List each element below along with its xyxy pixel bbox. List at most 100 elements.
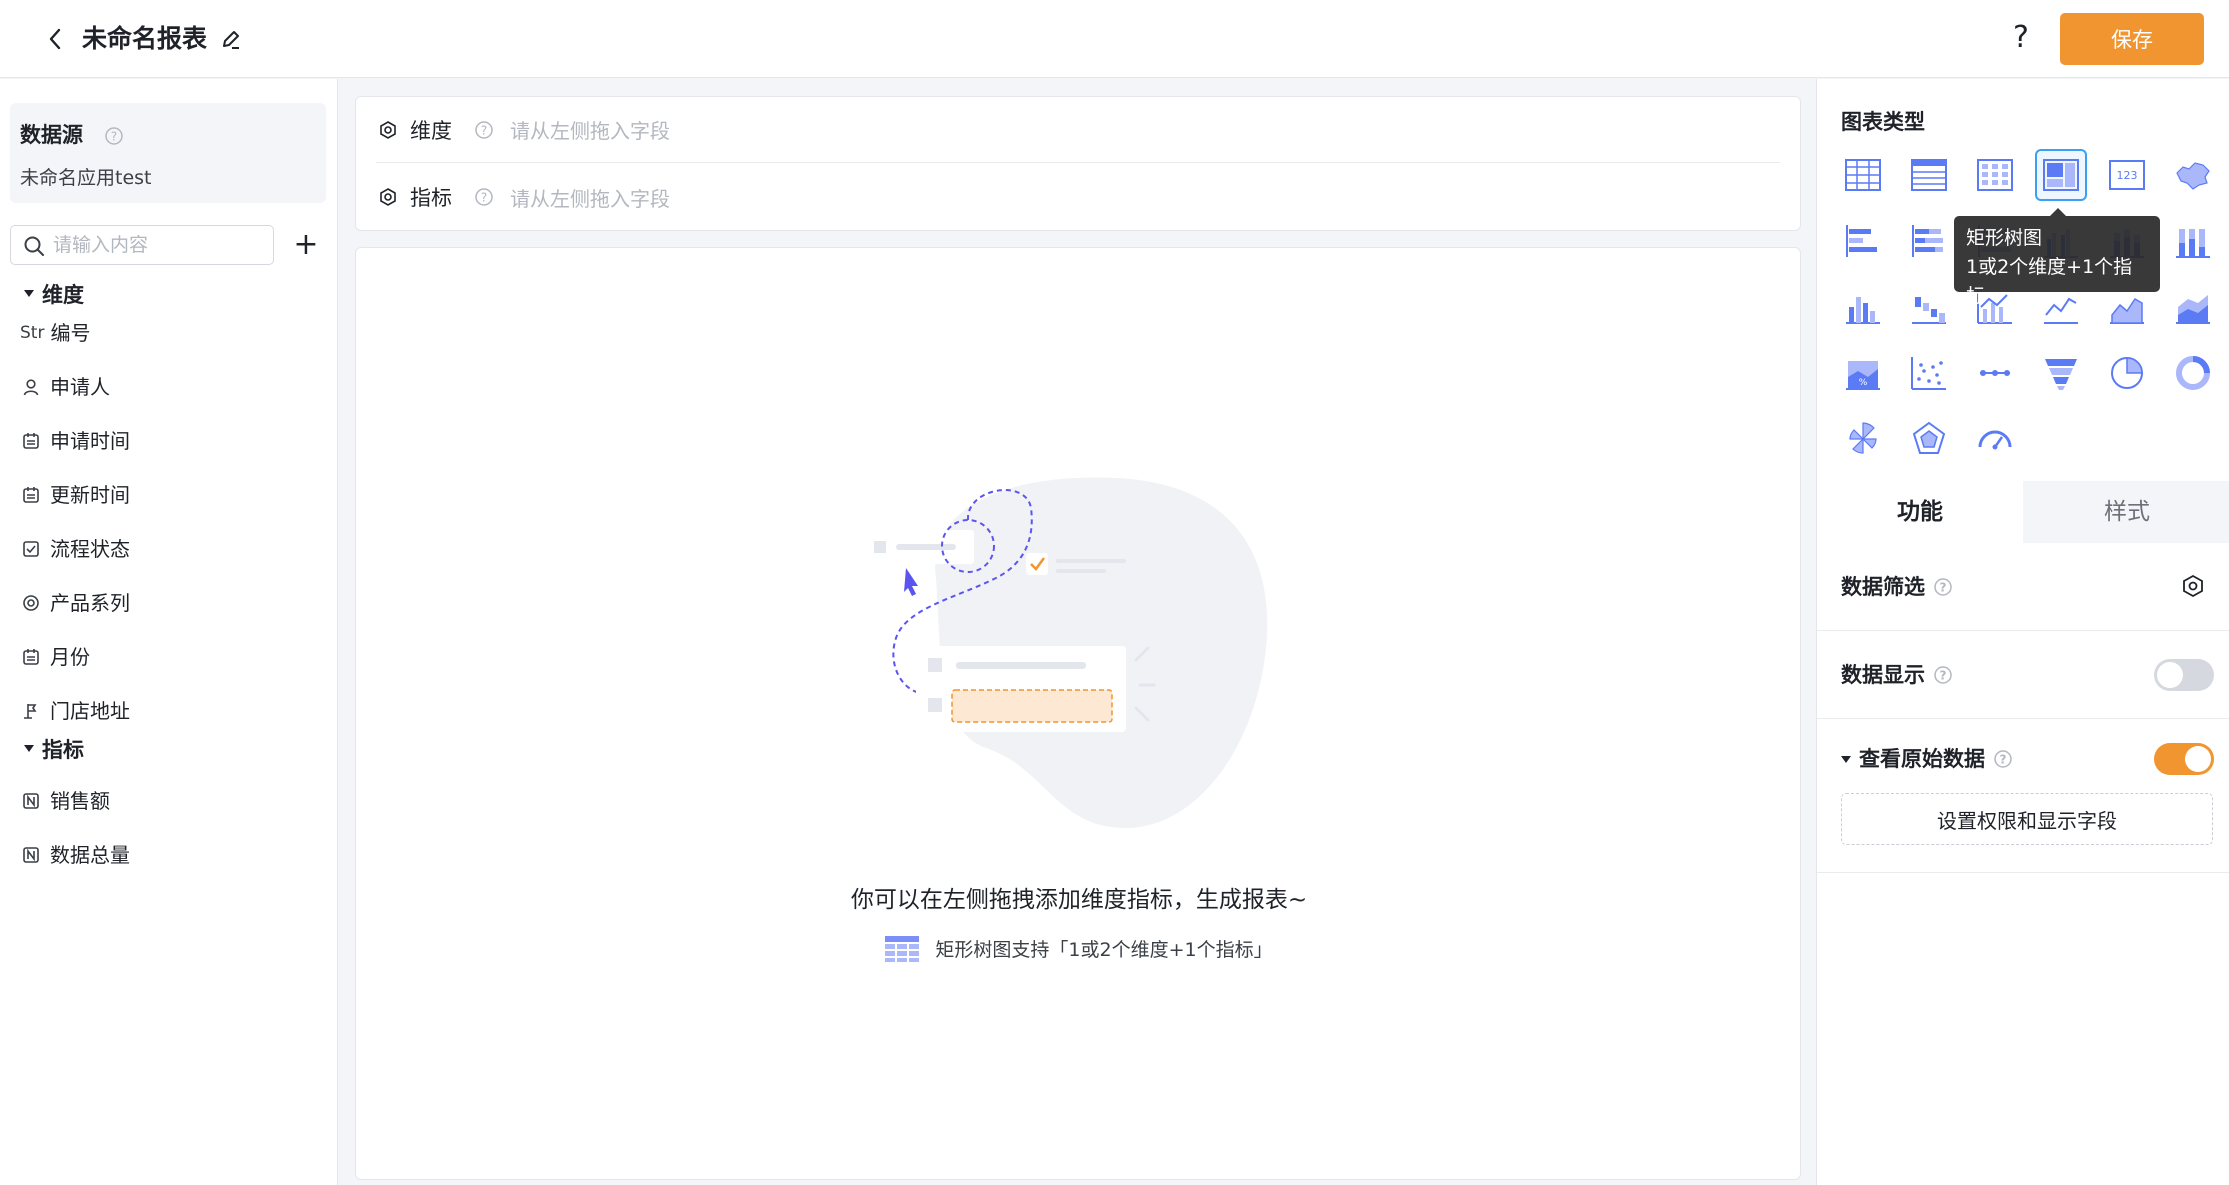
chart-type-title: 图表类型 [1841,110,1925,134]
report-title[interactable]: 未命名报表 [82,22,207,56]
chart-type-pivot-table[interactable] [1969,149,2021,201]
field-item[interactable]: 门店地址 [20,694,130,728]
add-field-button[interactable]: + [290,225,322,265]
empty-state-hint-text: 矩形树图支持「1或2个维度+1个指标」 [935,939,1273,961]
filter-settings-button[interactable] [2178,571,2208,601]
field-label: 产品系列 [50,591,130,615]
chart-type-funnel[interactable] [2035,347,2087,399]
raw-data-toggle[interactable] [2154,743,2214,775]
tab-function[interactable]: 功能 [1817,481,2023,543]
pivot-table-icon [885,935,920,962]
question-circle-icon[interactable]: ? [474,187,494,207]
set-permissions-button[interactable]: 设置权限和显示字段 [1841,793,2213,845]
data-display-title: 数据显示 ? [1841,661,1953,689]
treemap-icon [2043,159,2079,191]
question-circle-icon[interactable]: ? [1933,577,1953,597]
donut-chart-icon [2176,356,2210,390]
field-item[interactable]: 申请人 [20,370,110,404]
pivot-table-icon [1977,159,2013,191]
chart-type-donut-chart[interactable] [2167,347,2219,399]
edit-title-button[interactable] [216,24,246,54]
field-item[interactable]: Str 编号 [20,316,90,350]
chart-type-column-chart[interactable] [1837,281,1889,333]
dumbbell-icon [1980,370,2010,376]
field-search[interactable] [10,225,274,265]
field-item[interactable]: 流程状态 [20,532,130,566]
column-chart-icon [1846,297,1880,324]
help-button[interactable]: ? [2005,18,2037,58]
metric-drop-zone[interactable]: 指标 ? 请从左侧拖入字段 [376,164,1780,230]
data-display-toggle[interactable] [2154,659,2214,691]
chart-type-rose-chart[interactable] [1837,413,1889,465]
field-drop-panel: 维度 ? 请从左侧拖入字段 指标 ? 请从左侧拖入字段 [355,96,1801,231]
tab-style[interactable]: 样式 [2024,481,2229,543]
chart-type-percent-area[interactable]: % [1837,347,1889,399]
dimension-group-header[interactable]: 维度 [24,281,84,309]
map-icon [2176,162,2210,190]
raw-data-title[interactable]: 查看原始数据 ? [1841,745,2013,773]
chart-type-bar-chart[interactable] [1837,215,1889,267]
field-label: 门店地址 [50,699,130,723]
caret-down-icon [1841,755,1851,763]
chart-type-dumbbell[interactable] [1969,347,2021,399]
chart-type-scatter[interactable] [1903,347,1955,399]
pencil-icon [223,31,239,49]
chart-type-pie-chart[interactable] [2101,347,2153,399]
chart-type-tooltip: 矩形树图 1或2个维度+1个指标 [1954,208,2160,307]
field-item[interactable]: 更新时间 [20,478,130,512]
data-display-section: 数据显示 ? [1817,631,2229,719]
back-button[interactable] [40,22,70,56]
chart-type-percent-column[interactable] [2167,215,2219,267]
chart-type-indicator-card[interactable]: 123 [2101,149,2153,201]
chart-type-table[interactable] [1837,149,1889,201]
field-item[interactable]: 产品系列 [20,586,130,620]
stacked-bar-icon [1912,225,1943,257]
chart-type-detail-table[interactable] [1903,149,1955,201]
question-circle-icon[interactable]: ? [1993,749,2013,769]
toggle-knob [2185,746,2211,772]
hexagon-settings-icon [2183,574,2203,598]
user-icon [20,376,42,398]
tooltip-title: 矩形树图 [1966,227,2043,249]
svg-text:?: ? [111,130,117,144]
question-circle-icon[interactable]: ? [474,120,494,140]
question-circle-icon[interactable]: ? [1933,665,1953,685]
calendar-icon [20,484,42,506]
empty-state-message: 你可以在左侧拖拽添加维度指标，生成报表~ [850,887,1308,913]
metric-drop-label: 指标 [410,186,452,210]
dimension-drop-placeholder: 请从左侧拖入字段 [510,119,670,143]
chart-type-radar-chart[interactable] [1903,413,1955,465]
svg-text:?: ? [1940,581,1947,595]
checkbox-icon [20,538,42,560]
chart-type-map[interactable] [2167,149,2219,201]
radar-chart-icon [1912,421,1946,454]
save-button[interactable]: 保存 [2060,13,2204,65]
percent-area-icon: % [1846,361,1880,390]
dimension-group-label: 维度 [42,283,84,307]
metric-drop-placeholder: 请从左侧拖入字段 [510,186,670,211]
string-type-icon: Str [20,323,45,343]
funnel-icon [2045,359,2077,390]
metric-group-header[interactable]: 指标 [24,736,84,764]
svg-text:?: ? [481,123,487,137]
chart-type-treemap[interactable] [2035,149,2087,201]
search-input[interactable] [53,230,263,260]
svg-text:?: ? [2000,753,2007,767]
field-item[interactable]: 数据总量 [20,838,130,872]
hexagon-settings-icon [376,185,400,209]
chart-type-stacked-area[interactable] [2167,281,2219,333]
svg-text:?: ? [481,191,487,205]
dimension-drop-zone[interactable]: 维度 ? 请从左侧拖入字段 [376,97,1780,163]
question-circle-icon[interactable]: ? [104,126,124,146]
chart-type-stacked-bar[interactable] [1903,215,1955,267]
field-item[interactable]: 申请时间 [20,424,130,458]
field-item[interactable]: 月份 [20,640,90,674]
field-label: 销售额 [50,789,110,813]
panel-tabs: 功能 样式 [1817,481,2229,543]
chart-type-waterfall[interactable] [1903,281,1955,333]
datasource-name[interactable]: 未命名应用test [20,165,152,191]
empty-state-illustration [864,477,1268,828]
scatter-icon [1911,357,1946,390]
chart-type-gauge[interactable] [1969,413,2021,465]
field-item[interactable]: 销售额 [20,784,110,818]
